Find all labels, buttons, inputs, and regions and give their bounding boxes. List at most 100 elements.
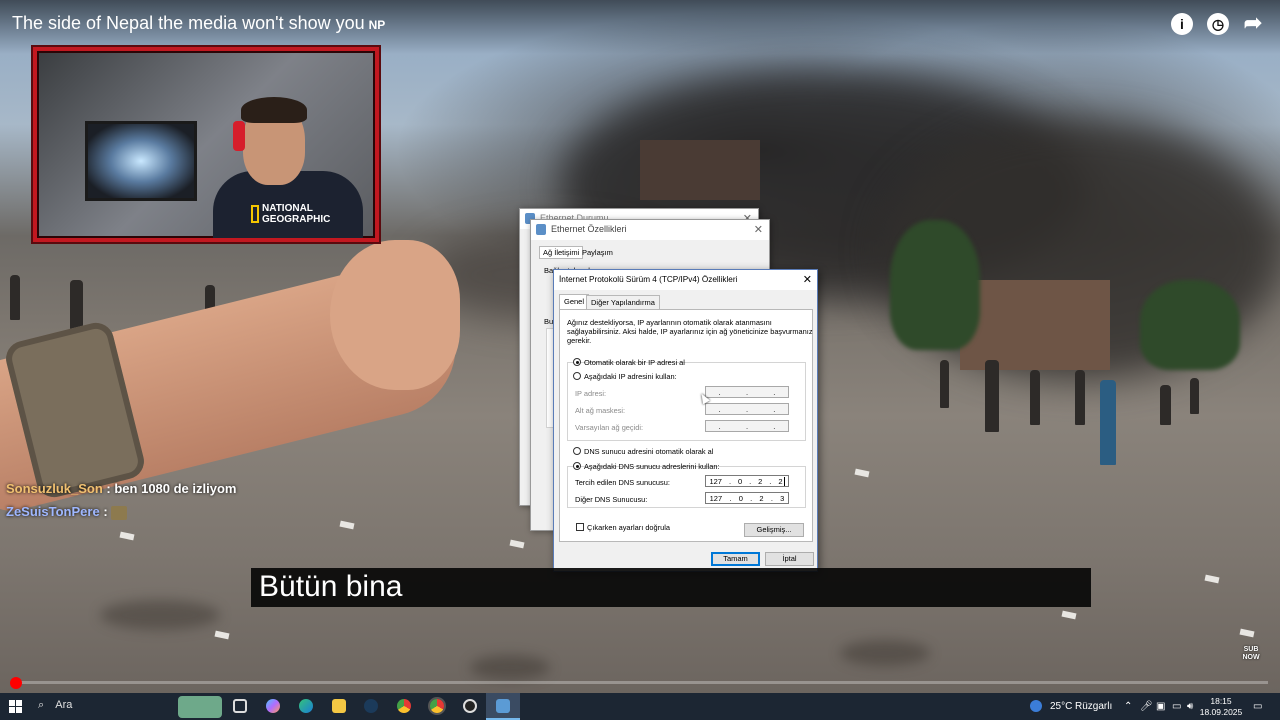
chat-emote-icon xyxy=(111,505,128,520)
person xyxy=(1160,385,1171,425)
share-icon[interactable]: ➦ xyxy=(1242,12,1264,35)
preferred-dns-field[interactable]: 127. 0. 2. 2 xyxy=(705,475,789,487)
subscribe-badge[interactable]: SUB NOW xyxy=(1236,646,1266,674)
tab-sharing[interactable]: Paylaşım xyxy=(579,247,616,258)
notification-icon[interactable]: ▭ xyxy=(1253,701,1262,712)
progress-scrubber[interactable] xyxy=(10,677,22,689)
paper-debris xyxy=(1061,610,1077,620)
dns-manual-label[interactable]: Aşağıdaki DNS sunucu adreslerini kullan: xyxy=(584,462,720,471)
weather-temp[interactable]: 25°C xyxy=(1050,701,1072,712)
clock-time: 18:15 xyxy=(1210,696,1232,706)
chat-message: ZeSuisTonPere : xyxy=(6,504,128,520)
paper-debris xyxy=(854,468,870,478)
dns-auto-label[interactable]: DNS sunucu adresini otomatik olarak al xyxy=(584,447,713,456)
clock-icon[interactable]: ◷ xyxy=(1207,13,1229,35)
subnet-field[interactable]: ... xyxy=(705,403,789,415)
paper-debris xyxy=(119,531,135,541)
system-clock[interactable]: 18:15 18.09.2025 xyxy=(1196,696,1246,718)
edge-icon[interactable] xyxy=(299,699,313,713)
person xyxy=(1190,378,1199,414)
window-title-text: Ethernet Özellikleri xyxy=(551,224,627,234)
window-title: Ethernet Özellikleri xyxy=(531,220,769,240)
preferred-dns-label: Tercih edilen DNS sunucusu: xyxy=(575,478,670,487)
weather-desc[interactable]: Rüzgarlı xyxy=(1075,701,1112,712)
dns-manual-radio[interactable] xyxy=(573,462,581,470)
tree xyxy=(1140,280,1240,370)
tcpipv4-properties-dialog[interactable]: İnternet Protokolü Sürüm 4 (TCP/IPv4) Öz… xyxy=(553,269,818,572)
validate-checkbox[interactable] xyxy=(576,523,584,531)
ground-shadow xyxy=(100,600,220,630)
ip-manual-radio[interactable] xyxy=(573,372,581,380)
dns-auto-radio[interactable] xyxy=(573,447,581,455)
windows-taskbar: ⌕ Ara 25°C Rüzgarlı ⌃ 🎤︎ ▣ ▭ 🔊︎ 18:15 18… xyxy=(0,693,1280,720)
alternate-dns-octet: 0 xyxy=(738,493,743,503)
advanced-button[interactable]: Gelişmiş... xyxy=(744,523,804,537)
search-icon: ⌕ xyxy=(38,699,45,711)
ip-address-field[interactable]: ... xyxy=(705,386,789,398)
network-tray-icon[interactable]: ▣ xyxy=(1156,701,1165,712)
ground-shadow xyxy=(840,640,930,666)
video-title-text: The side of Nepal the media won't show y… xyxy=(12,13,365,33)
active-app-highlight[interactable] xyxy=(486,693,520,720)
paper-debris xyxy=(509,539,525,549)
ip-auto-radio[interactable] xyxy=(573,358,581,366)
gateway-field[interactable]: ... xyxy=(705,420,789,432)
chrome-icon[interactable] xyxy=(397,699,411,713)
paper-debris xyxy=(339,520,355,530)
shirt-logo: NATIONAL GEOGRAPHIC xyxy=(251,203,330,225)
microphone-icon[interactable]: 🎤︎ xyxy=(1140,701,1153,712)
volume-icon[interactable]: 🔊︎ xyxy=(1187,701,1193,712)
alternate-dns-octet: 2 xyxy=(759,493,764,503)
obs-icon[interactable] xyxy=(463,699,477,713)
alternate-dns-field[interactable]: 127. 0. 2. 3 xyxy=(705,492,789,504)
network-settings-icon xyxy=(496,699,510,713)
steam-icon[interactable] xyxy=(364,699,378,713)
chrome-profile-icon[interactable] xyxy=(430,699,444,713)
dialog-title: İnternet Protokolü Sürüm 4 (TCP/IPv4) Öz… xyxy=(554,270,817,290)
tab-general[interactable]: Genel xyxy=(559,294,590,310)
alternate-dns-label: Diğer DNS Sunucusu: xyxy=(575,495,648,504)
progress-bar[interactable] xyxy=(12,681,1268,684)
search-highlight-icon[interactable] xyxy=(178,696,222,718)
headset xyxy=(233,121,245,151)
weather-icon xyxy=(1030,700,1042,712)
description-line: Ağınız destekliyorsa, IP ayarlarının oto… xyxy=(567,318,772,327)
close-icon[interactable]: ✕ xyxy=(803,273,812,286)
gateway-label: Varsayılan ağ geçidi: xyxy=(575,423,644,432)
close-icon[interactable]: ✕ xyxy=(754,223,763,236)
person xyxy=(70,280,83,330)
building-pavilion xyxy=(960,280,1110,370)
info-icon[interactable]: i xyxy=(1171,13,1193,35)
battery-icon[interactable]: ▭ xyxy=(1172,701,1181,712)
copilot-icon[interactable] xyxy=(266,699,280,713)
paper-debris xyxy=(1239,628,1255,638)
chat-text: : xyxy=(103,504,108,519)
shirt-text-line1: NATIONAL xyxy=(262,203,313,214)
cancel-button[interactable]: İptal xyxy=(765,552,814,566)
task-view-icon[interactable] xyxy=(233,699,247,713)
validate-label[interactable]: Çıkarken ayarları doğrula xyxy=(587,523,670,532)
building-roof xyxy=(640,140,760,200)
clock-date: 18.09.2025 xyxy=(1199,707,1243,717)
subnet-label: Alt ağ maskesi: xyxy=(575,406,626,415)
ground-shadow xyxy=(470,655,550,680)
video-title[interactable]: The side of Nepal the media won't show y… xyxy=(12,13,385,34)
preferred-dns-octet: 127 xyxy=(709,476,722,486)
ip-auto-label[interactable]: Otomatik olarak bir IP adresi al xyxy=(584,358,685,367)
chat-message: Sonsuzluk_Son : ben 1080 de izliyom xyxy=(6,481,236,496)
network-icon xyxy=(536,224,546,235)
description-line: gerekir. xyxy=(567,336,592,345)
tab-alternate-config[interactable]: Diğer Yapılandırma xyxy=(586,295,660,309)
file-explorer-icon[interactable] xyxy=(332,699,346,713)
windows-start-icon[interactable] xyxy=(9,700,22,713)
chevron-up-icon[interactable]: ⌃ xyxy=(1124,701,1132,712)
shirt-text-line2: GEOGRAPHIC xyxy=(262,214,331,225)
chat-username: Sonsuzluk_Son xyxy=(6,481,103,496)
ok-button[interactable]: Tamam xyxy=(711,552,760,566)
search-placeholder: Ara xyxy=(55,699,73,711)
alternate-dns-octet: 3 xyxy=(780,493,785,503)
ip-manual-label[interactable]: Aşağıdaki IP adresini kullan: xyxy=(584,372,677,381)
items-label: Bu xyxy=(544,317,554,326)
tab-network[interactable]: Ağ İletişimi xyxy=(539,246,584,259)
person xyxy=(10,275,20,320)
